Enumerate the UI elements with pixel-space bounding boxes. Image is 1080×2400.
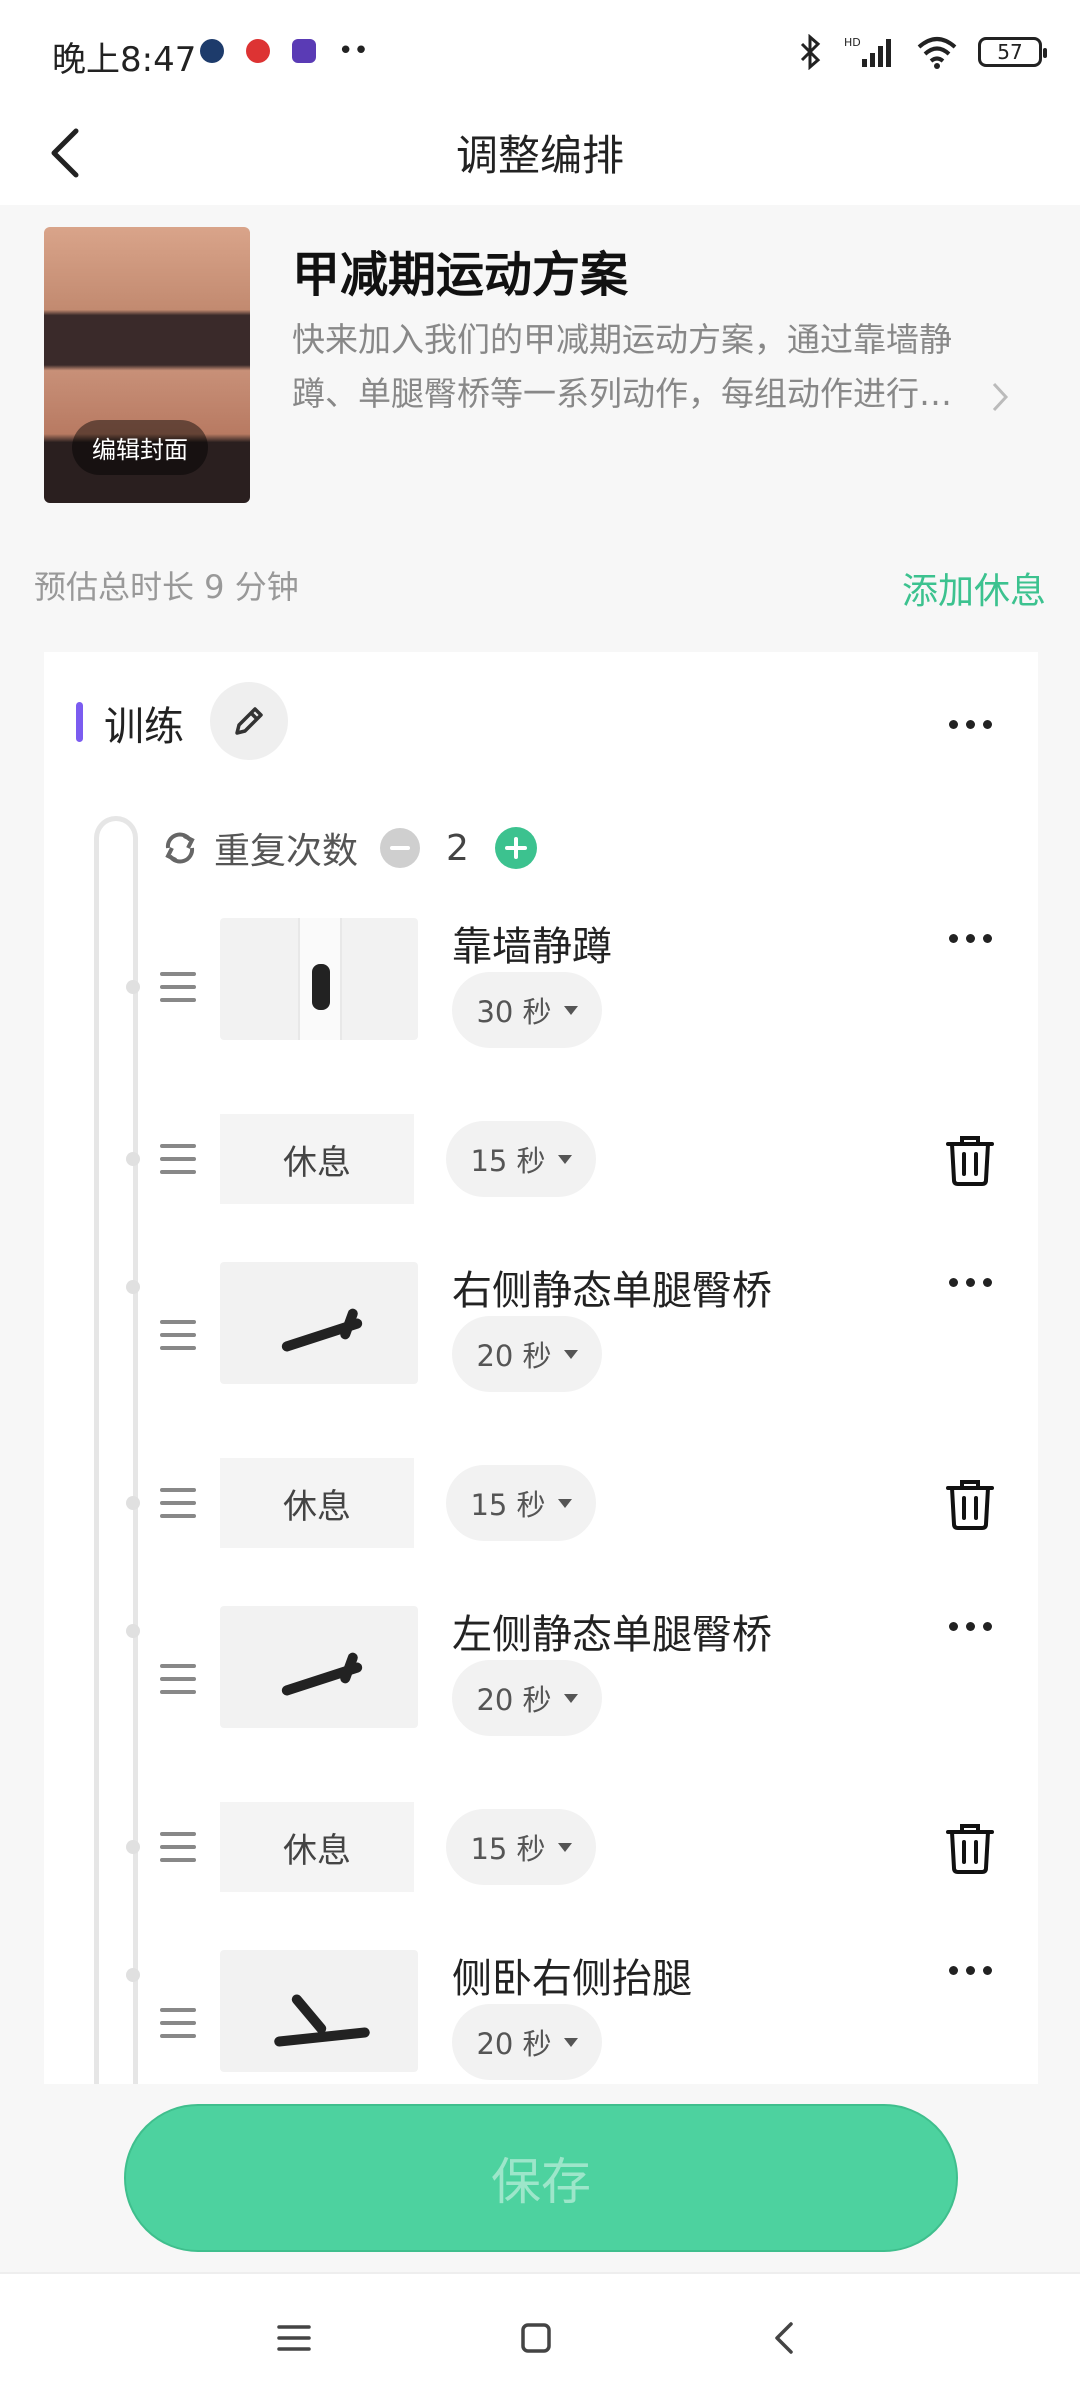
duration-select[interactable]: 15 秒: [446, 1809, 596, 1885]
app-notification-icon: [246, 39, 270, 63]
exercise-more-button[interactable]: [930, 1606, 1010, 1646]
duration-value: 15 秒: [470, 1832, 546, 1866]
home-nav-button[interactable]: [506, 2308, 566, 2368]
exercise-name: 靠墙静蹲: [452, 924, 612, 970]
duration-value: 15 秒: [470, 1488, 546, 1522]
exercise-more-button[interactable]: [930, 1950, 1010, 1990]
square-home-icon: [521, 2323, 551, 2353]
menu-nav-button[interactable]: [264, 2308, 324, 2368]
caret-down-icon: [563, 1349, 578, 1359]
trash-icon[interactable]: [942, 1130, 998, 1188]
header: 调整编排: [0, 100, 1080, 205]
system-nav-bar: [0, 2272, 1080, 2400]
menu-icon: [277, 2325, 311, 2351]
back-triangle-icon: [775, 2322, 793, 2354]
repeat-decrease-button[interactable]: [380, 828, 421, 868]
edit-section-button[interactable]: [210, 682, 288, 760]
signal-icon: HD: [844, 36, 891, 67]
duration-select[interactable]: 20 秒: [452, 1660, 602, 1736]
chevron-right-icon[interactable]: [990, 380, 1010, 414]
status-time: 晚上8:47: [52, 40, 197, 80]
track-node: [126, 1624, 140, 1638]
plan-card: 编辑封面 甲减期运动方案 快来加入我们的甲减期运动方案，通过靠墙静蹲、单腿臀桥等…: [0, 205, 1080, 525]
rest-label: 休息: [220, 1802, 414, 1892]
status-bar: 晚上8:47 •• HD 57: [0, 0, 1080, 100]
estimated-duration: 预估总时长 9 分钟: [34, 568, 299, 606]
duration-select[interactable]: 20 秒: [452, 1316, 602, 1392]
exercise-name: 侧卧右侧抬腿: [452, 1956, 692, 2002]
drag-handle-icon[interactable]: [160, 1144, 196, 1174]
add-rest-button[interactable]: 添加休息: [902, 562, 1046, 614]
exercise-more-button[interactable]: [930, 1262, 1010, 1302]
exercise-thumbnail: [220, 1262, 418, 1384]
repeat-group-track: [94, 816, 138, 2084]
plan-name: 甲减期运动方案: [292, 247, 629, 303]
section-accent-bar: [76, 702, 83, 742]
repeat-count: 2: [446, 827, 469, 869]
caret-down-icon: [557, 1154, 572, 1164]
track-node: [126, 1152, 140, 1166]
duration-select[interactable]: 15 秒: [446, 1121, 596, 1197]
duration-value: 20 秒: [476, 2027, 552, 2061]
exercise-more-button[interactable]: [930, 918, 1010, 958]
section-title: 训练: [104, 704, 184, 750]
duration-value: 30 秒: [476, 995, 552, 1029]
duration-select[interactable]: 20 秒: [452, 2004, 602, 2080]
repeat-icon: [165, 832, 195, 864]
pencil-icon: [235, 707, 263, 735]
back-nav-button[interactable]: [754, 2308, 814, 2368]
exercise-name: 左侧静态单腿臀桥: [452, 1612, 772, 1658]
app-notification-icon: [200, 39, 224, 63]
duration-value: 20 秒: [476, 1683, 552, 1717]
caret-down-icon: [563, 1005, 578, 1015]
plan-description[interactable]: 快来加入我们的甲减期运动方案，通过靠墙静蹲、单腿臀桥等一系列动作，每组动作进行…: [292, 313, 1012, 421]
duration-value: 20 秒: [476, 1339, 552, 1373]
plan-cover-image[interactable]: 编辑封面: [44, 227, 250, 503]
exercise-thumbnail: [220, 918, 418, 1040]
section-more-button[interactable]: [930, 704, 1010, 744]
repeat-increase-button[interactable]: [494, 827, 537, 869]
trash-icon[interactable]: [942, 1474, 998, 1532]
caret-down-icon: [557, 1842, 572, 1852]
page-title: 调整编排: [455, 131, 624, 180]
caret-down-icon: [563, 2037, 578, 2047]
wifi-icon: [917, 37, 957, 69]
exercise-name: 右侧静态单腿臀桥: [452, 1268, 772, 1314]
trash-icon[interactable]: [942, 1818, 998, 1876]
app-notification-icon: [292, 39, 316, 63]
repeat-label: 重复次数: [214, 831, 359, 872]
training-section: 训练 重复次数 2 靠墙静蹲 30 秒 休息 15 秒 右侧静态单腿臀桥 20 …: [44, 652, 1038, 2084]
drag-handle-icon[interactable]: [160, 1320, 196, 1350]
exercise-thumbnail: [220, 1950, 418, 2072]
save-button[interactable]: 保存: [124, 2104, 958, 2252]
bluetooth-icon: [800, 34, 821, 70]
duration-select[interactable]: 30 秒: [452, 972, 602, 1048]
repeat-control: 重复次数 2: [160, 822, 537, 874]
duration-select[interactable]: 15 秒: [446, 1465, 596, 1541]
caret-down-icon: [557, 1498, 572, 1508]
svg-text:HD: HD: [844, 36, 861, 49]
drag-handle-icon[interactable]: [160, 2008, 196, 2038]
exercise-thumbnail: [220, 1606, 418, 1728]
track-node: [126, 980, 140, 994]
caret-down-icon: [563, 1693, 578, 1703]
track-node: [126, 1968, 140, 1982]
more-notifications-icon: ••: [338, 36, 369, 66]
status-right: HD 57: [798, 34, 1047, 70]
rest-label: 休息: [220, 1114, 414, 1204]
notification-icons: ••: [200, 36, 369, 66]
track-node: [126, 1496, 140, 1510]
duration-value: 15 秒: [470, 1144, 546, 1178]
drag-handle-icon[interactable]: [160, 972, 196, 1002]
drag-handle-icon[interactable]: [160, 1664, 196, 1694]
drag-handle-icon[interactable]: [160, 1832, 196, 1862]
edit-cover-button[interactable]: 编辑封面: [72, 420, 208, 475]
track-node: [126, 1840, 140, 1854]
drag-handle-icon[interactable]: [160, 1488, 196, 1518]
battery-icon: 57: [978, 37, 1047, 67]
track-node: [126, 1280, 140, 1294]
rest-label: 休息: [220, 1458, 414, 1548]
